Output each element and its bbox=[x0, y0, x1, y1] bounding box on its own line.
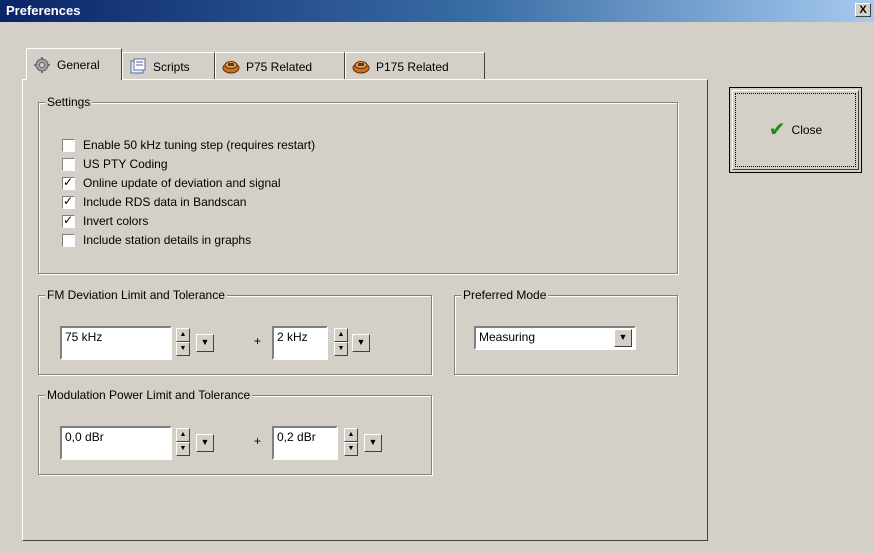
fm-deviation-limit-input[interactable]: 75 kHz bbox=[60, 326, 172, 360]
modulation-power-limit-input[interactable]: 0,0 dBr bbox=[60, 426, 172, 460]
tab-scripts-label: Scripts bbox=[153, 59, 190, 74]
spin-up-icon[interactable]: ▲ bbox=[334, 328, 348, 342]
option-invert-colors[interactable]: Invert colors bbox=[62, 212, 148, 230]
option-station-details[interactable]: Include station details in graphs bbox=[62, 231, 251, 249]
scripts-icon bbox=[129, 58, 147, 76]
modulation-power-group-label: Modulation Power Limit and Tolerance bbox=[45, 388, 253, 402]
option-label: Enable 50 kHz tuning step (requires rest… bbox=[83, 138, 316, 152]
checkbox-online-update[interactable] bbox=[62, 175, 75, 190]
fm-deviation-limit-dropdown[interactable]: ▼ bbox=[196, 334, 214, 352]
checkbox-enable-50khz[interactable] bbox=[62, 138, 75, 152]
title-bar: Preferences X bbox=[0, 0, 874, 22]
checkmark-icon: ✔ bbox=[768, 119, 786, 141]
option-online-update[interactable]: Online update of deviation and signal bbox=[62, 174, 280, 192]
fm-deviation-tolerance-dropdown[interactable]: ▼ bbox=[352, 334, 370, 352]
option-label: Include station details in graphs bbox=[83, 233, 252, 247]
close-button-label: Close bbox=[791, 123, 823, 137]
settings-group-label: Settings bbox=[45, 95, 93, 109]
tab-p175-related[interactable]: P175 Related bbox=[345, 52, 485, 80]
spin-down-icon[interactable]: ▼ bbox=[176, 442, 190, 456]
gear-icon bbox=[33, 56, 51, 74]
option-label: US PTY Coding bbox=[83, 157, 168, 171]
option-label: Include RDS data in Bandscan bbox=[83, 195, 247, 209]
spin-down-icon[interactable]: ▼ bbox=[334, 342, 348, 356]
spin-up-icon[interactable]: ▲ bbox=[344, 428, 358, 442]
tab-p75-related[interactable]: P75 Related bbox=[215, 52, 345, 80]
preferred-mode-group-label: Preferred Mode bbox=[461, 288, 549, 302]
option-include-rds[interactable]: Include RDS data in Bandscan bbox=[62, 193, 246, 211]
tab-p175-label: P175 Related bbox=[376, 59, 449, 74]
plus-sign: + bbox=[254, 334, 262, 348]
window-close-button[interactable]: X bbox=[855, 3, 871, 17]
checkbox-station-details[interactable] bbox=[62, 233, 75, 247]
fm-deviation-tolerance-spinner[interactable]: ▲ ▼ bbox=[334, 328, 348, 358]
modulation-power-limit-spinner[interactable]: ▲ ▼ bbox=[176, 428, 190, 458]
modulation-power-limit-dropdown[interactable]: ▼ bbox=[196, 434, 214, 452]
preferred-mode-value: Measuring bbox=[479, 330, 536, 344]
tab-general-label: General bbox=[57, 57, 100, 72]
spin-up-icon[interactable]: ▲ bbox=[176, 428, 190, 442]
fm-deviation-group-label: FM Deviation Limit and Tolerance bbox=[45, 288, 227, 302]
checkbox-us-pty-coding[interactable] bbox=[62, 157, 75, 171]
tab-p75-label: P75 Related bbox=[246, 59, 313, 74]
modulation-power-tolerance-dropdown[interactable]: ▼ bbox=[364, 434, 382, 452]
tab-general[interactable]: General bbox=[26, 48, 122, 80]
option-us-pty-coding[interactable]: US PTY Coding bbox=[62, 155, 168, 173]
option-label: Invert colors bbox=[83, 214, 149, 228]
window-title: Preferences bbox=[6, 3, 81, 18]
chevron-down-icon[interactable]: ▼ bbox=[614, 329, 632, 347]
modulation-power-tolerance-input[interactable]: 0,2 dBr bbox=[272, 426, 338, 460]
modulation-power-tolerance-spinner[interactable]: ▲ ▼ bbox=[344, 428, 358, 458]
chip-icon bbox=[222, 58, 240, 76]
tab-scripts[interactable]: Scripts bbox=[122, 52, 215, 80]
option-label: Online update of deviation and signal bbox=[83, 176, 281, 190]
plus-sign: + bbox=[254, 434, 262, 448]
spin-down-icon[interactable]: ▼ bbox=[176, 342, 190, 356]
close-button[interactable]: ✔ Close bbox=[729, 87, 862, 173]
checkbox-invert-colors[interactable] bbox=[62, 213, 75, 228]
checkbox-include-rds[interactable] bbox=[62, 194, 75, 209]
spin-down-icon[interactable]: ▼ bbox=[344, 442, 358, 456]
fm-deviation-tolerance-input[interactable]: 2 kHz bbox=[272, 326, 328, 360]
chip-icon bbox=[352, 58, 370, 76]
preferred-mode-select[interactable]: Measuring bbox=[474, 326, 636, 350]
spin-up-icon[interactable]: ▲ bbox=[176, 328, 190, 342]
option-enable-50khz[interactable]: Enable 50 kHz tuning step (requires rest… bbox=[62, 136, 315, 154]
fm-deviation-limit-spinner[interactable]: ▲ ▼ bbox=[176, 328, 190, 358]
